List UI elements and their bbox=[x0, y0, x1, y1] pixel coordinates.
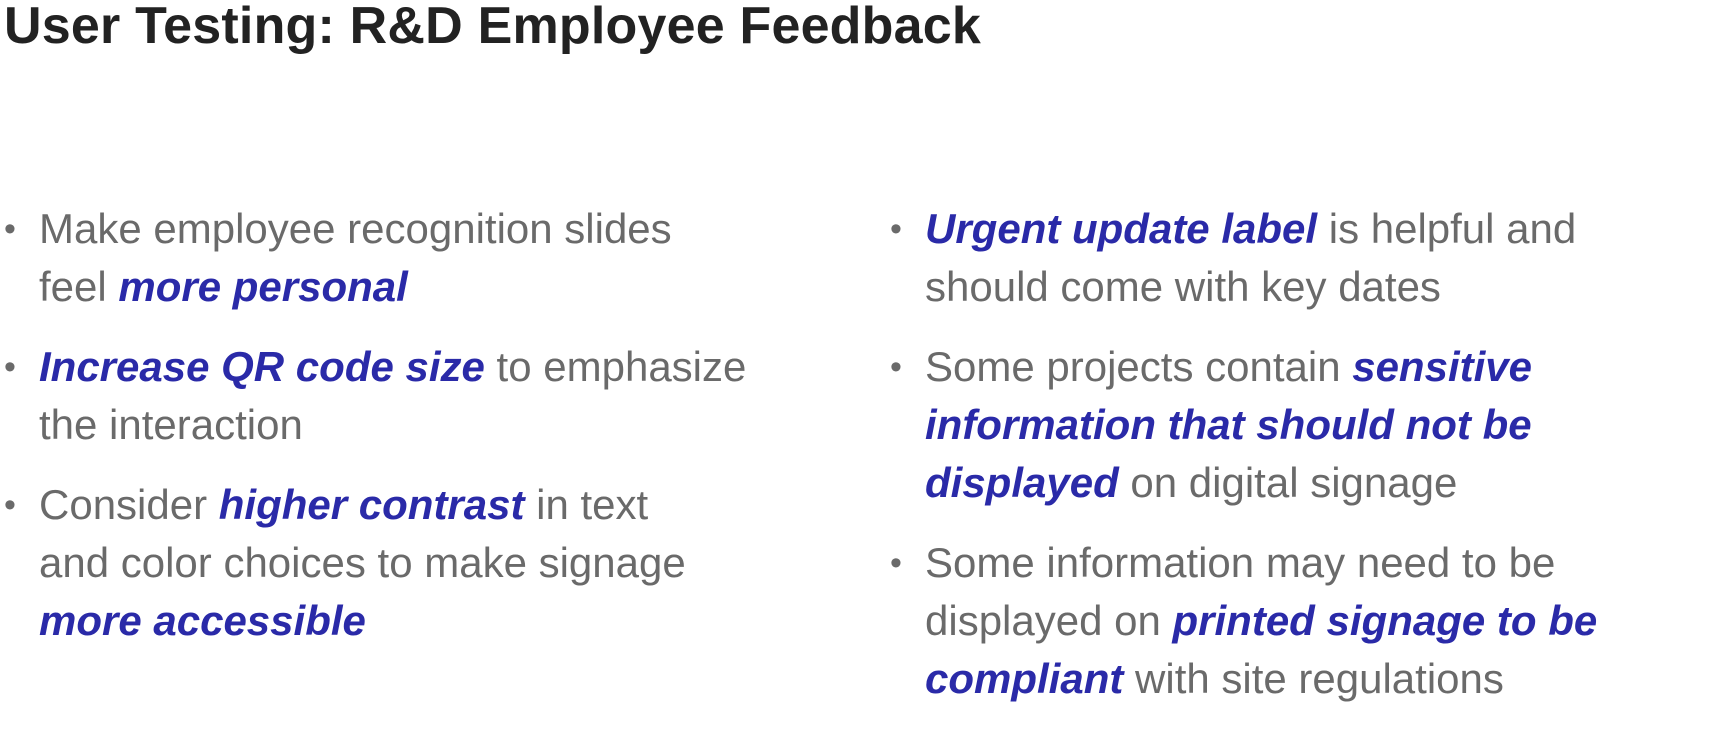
item-text: Some information may need to be bbox=[925, 539, 1556, 586]
item-text: is helpful and bbox=[1317, 205, 1577, 252]
item-emphasis: Urgent update label bbox=[925, 205, 1318, 252]
item-emphasis: more personal bbox=[118, 263, 408, 310]
item-text: to emphasize bbox=[484, 343, 747, 390]
item-text: Some projects contain bbox=[925, 343, 1353, 390]
item-text: in text bbox=[524, 481, 649, 528]
item-line: and color choices to make signage bbox=[39, 534, 830, 592]
feedback-item: • Some projects contain sensitive inform… bbox=[886, 338, 1706, 512]
item-line: displayed on digital signage bbox=[925, 454, 1706, 512]
item-emphasis: Increase QR code size bbox=[39, 343, 485, 390]
item-text: and color choices to make signage bbox=[39, 539, 686, 586]
item-emphasis: higher contrast bbox=[218, 481, 525, 528]
feedback-list-left: • Make employee recognition slides feel … bbox=[0, 200, 830, 672]
bullet-icon: • bbox=[4, 348, 16, 386]
feedback-item: • Increase QR code size to emphasize the… bbox=[0, 338, 830, 454]
item-line: Some information may need to be bbox=[925, 534, 1706, 592]
item-line: feel more personal bbox=[39, 258, 830, 316]
item-emphasis: compliant bbox=[925, 655, 1124, 702]
item-text: the interaction bbox=[39, 401, 303, 448]
item-text: Consider bbox=[39, 481, 219, 528]
bullet-icon: • bbox=[890, 210, 902, 248]
feedback-item: • Urgent update label is helpful and sho… bbox=[886, 200, 1706, 316]
item-emphasis: information that should not be bbox=[925, 401, 1532, 448]
item-line: the interaction bbox=[39, 396, 830, 454]
item-line: Consider higher contrast in text bbox=[39, 476, 830, 534]
item-emphasis: sensitive bbox=[1352, 343, 1532, 390]
item-emphasis: printed signage to be bbox=[1172, 597, 1598, 644]
item-line: Make employee recognition slides bbox=[39, 200, 830, 258]
item-line: information that should not be bbox=[925, 396, 1706, 454]
item-text: Make employee recognition slides bbox=[39, 205, 672, 252]
feedback-list-right: • Urgent update label is helpful and sho… bbox=[886, 200, 1706, 730]
item-text: displayed on bbox=[925, 597, 1173, 644]
item-line: Some projects contain sensitive bbox=[925, 338, 1706, 396]
item-text: should come with key dates bbox=[925, 263, 1441, 310]
feedback-item: • Consider higher contrast in text and c… bbox=[0, 476, 830, 650]
item-line: displayed on printed signage to be bbox=[925, 592, 1706, 650]
bullet-icon: • bbox=[890, 544, 902, 582]
feedback-item: • Make employee recognition slides feel … bbox=[0, 200, 830, 316]
bullet-icon: • bbox=[4, 486, 16, 524]
item-text: on digital signage bbox=[1118, 459, 1458, 506]
item-emphasis: more accessible bbox=[39, 597, 366, 644]
item-line: Increase QR code size to emphasize bbox=[39, 338, 830, 396]
item-line: more accessible bbox=[39, 592, 830, 650]
bullet-icon: • bbox=[4, 210, 16, 248]
item-text: feel bbox=[39, 263, 119, 310]
item-line: should come with key dates bbox=[925, 258, 1706, 316]
page-title: User Testing: R&D Employee Feedback bbox=[4, 0, 981, 55]
feedback-item: • Some information may need to be displa… bbox=[886, 534, 1706, 708]
item-line: Urgent update label is helpful and bbox=[925, 200, 1706, 258]
item-text: with site regulations bbox=[1123, 655, 1504, 702]
item-line: compliant with site regulations bbox=[925, 650, 1706, 708]
item-emphasis: displayed bbox=[925, 459, 1119, 506]
bullet-icon: • bbox=[890, 348, 902, 386]
